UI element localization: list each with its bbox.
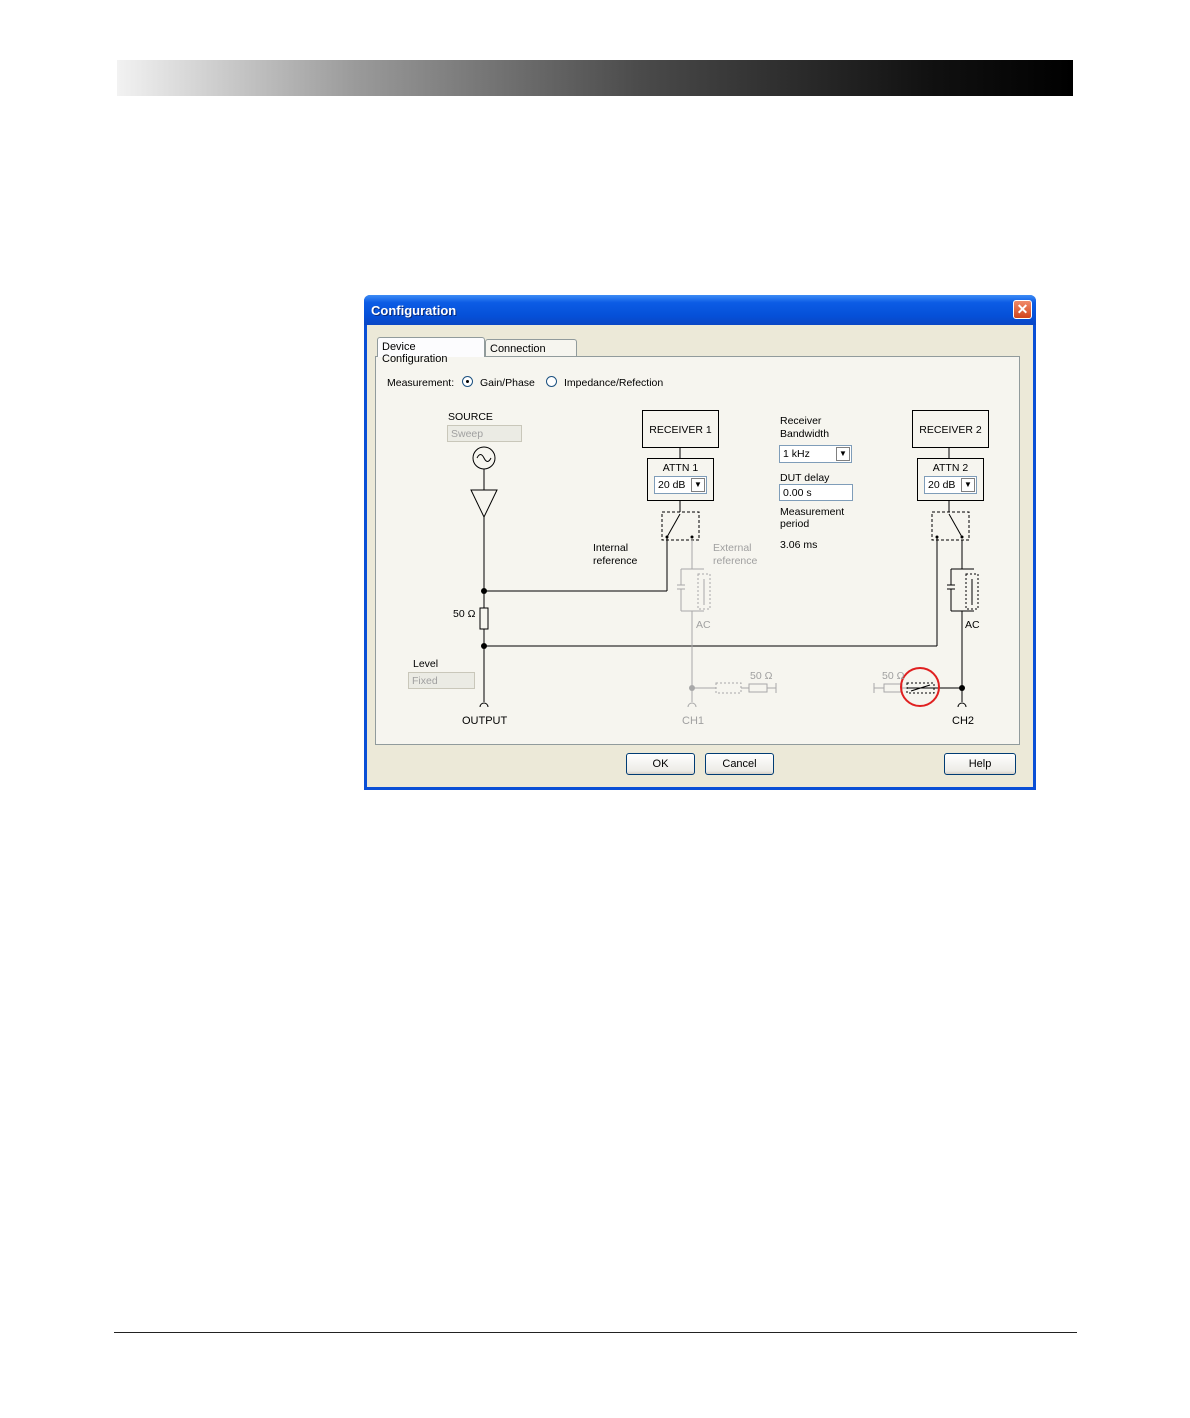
receiver-bandwidth-label-line1: Receiver	[780, 415, 822, 427]
dialog-title: Configuration	[371, 303, 457, 318]
level-label: Level	[413, 658, 439, 670]
source-signal-path	[470, 446, 498, 708]
page-footer-rule	[114, 1332, 1077, 1333]
source-field[interactable]: Sweep	[447, 425, 522, 442]
dialog-client-area: Device Configuration Connection Setup Me…	[367, 325, 1033, 787]
tab-connection-setup[interactable]: Connection Setup	[485, 339, 577, 367]
measurement-period-value: 3.06 ms	[780, 539, 818, 551]
resistor-50-ohm	[479, 607, 489, 630]
source-label: SOURCE	[448, 411, 493, 423]
dropdown-arrow-icon[interactable]: ▼	[836, 447, 850, 461]
attn-2-label: ATTN 2	[932, 462, 969, 474]
attn-2-value: 20 dB	[928, 479, 956, 491]
tab-label: Device Configuration	[382, 341, 448, 365]
receiver-1-label: RECEIVER 1	[649, 424, 712, 436]
measurement-period-label-line2: period	[780, 518, 810, 530]
ch1-term-label: 50 Ω	[750, 670, 773, 682]
resistor-label: 50 Ω	[453, 608, 476, 620]
title-bar[interactable]: Configuration ✕	[364, 295, 1036, 325]
receiver-1-box: RECEIVER 1	[642, 410, 719, 448]
ch2-term-label: 50 Ω	[882, 670, 905, 682]
external-reference-line2: reference	[713, 555, 758, 567]
receiver-2-box: RECEIVER 2	[912, 410, 989, 448]
output-connector-icon	[479, 702, 489, 708]
dropdown-arrow-icon[interactable]: ▼	[691, 478, 705, 492]
attn-1-label: ATTN 1	[662, 462, 699, 474]
dut-delay-label: DUT delay	[780, 472, 830, 484]
close-button[interactable]: ✕	[1013, 300, 1032, 319]
ch1-ac-label: AC	[696, 619, 711, 631]
tab-device-configuration[interactable]: Device Configuration	[377, 337, 485, 365]
page-header-bar	[117, 60, 1073, 96]
sine-wave	[476, 454, 492, 462]
output-label: OUTPUT	[462, 715, 508, 727]
amplifier-icon	[470, 489, 498, 519]
internal-reference-line1: Internal	[593, 542, 629, 554]
ch2-label: CH2	[952, 715, 975, 727]
attn-1-value: 20 dB	[658, 479, 686, 491]
dut-delay-field[interactable]: 0.00 s	[779, 484, 853, 501]
help-button[interactable]: Help	[944, 753, 1016, 775]
ch1-label: CH1	[682, 715, 705, 727]
attn-1-select[interactable]: 20 dB ▼	[654, 476, 707, 494]
measurement-period-label-line1: Measurement	[780, 506, 845, 518]
device-configuration-panel: Measurement: Gain/Phase Impedance/Refect…	[375, 356, 1020, 745]
attn-2-select[interactable]: 20 dB ▼	[924, 476, 977, 494]
external-reference-line1: External	[713, 542, 752, 554]
internal-reference-line2: reference	[593, 555, 638, 567]
receiver-bandwidth-select[interactable]: 1 kHz ▼	[779, 445, 852, 463]
ok-button[interactable]: OK	[626, 753, 695, 775]
ch2-ac-label: AC	[965, 619, 980, 631]
receiver-bandwidth-label-line2: Bandwidth	[780, 428, 830, 440]
receiver-bandwidth-value: 1 kHz	[783, 448, 810, 460]
level-field[interactable]: Fixed	[408, 672, 475, 689]
receiver-2-label: RECEIVER 2	[919, 424, 982, 436]
configuration-dialog: Configuration ✕ Device Configuration Con…	[364, 295, 1036, 790]
cancel-button[interactable]: Cancel	[705, 753, 774, 775]
dropdown-arrow-icon[interactable]: ▼	[961, 478, 975, 492]
